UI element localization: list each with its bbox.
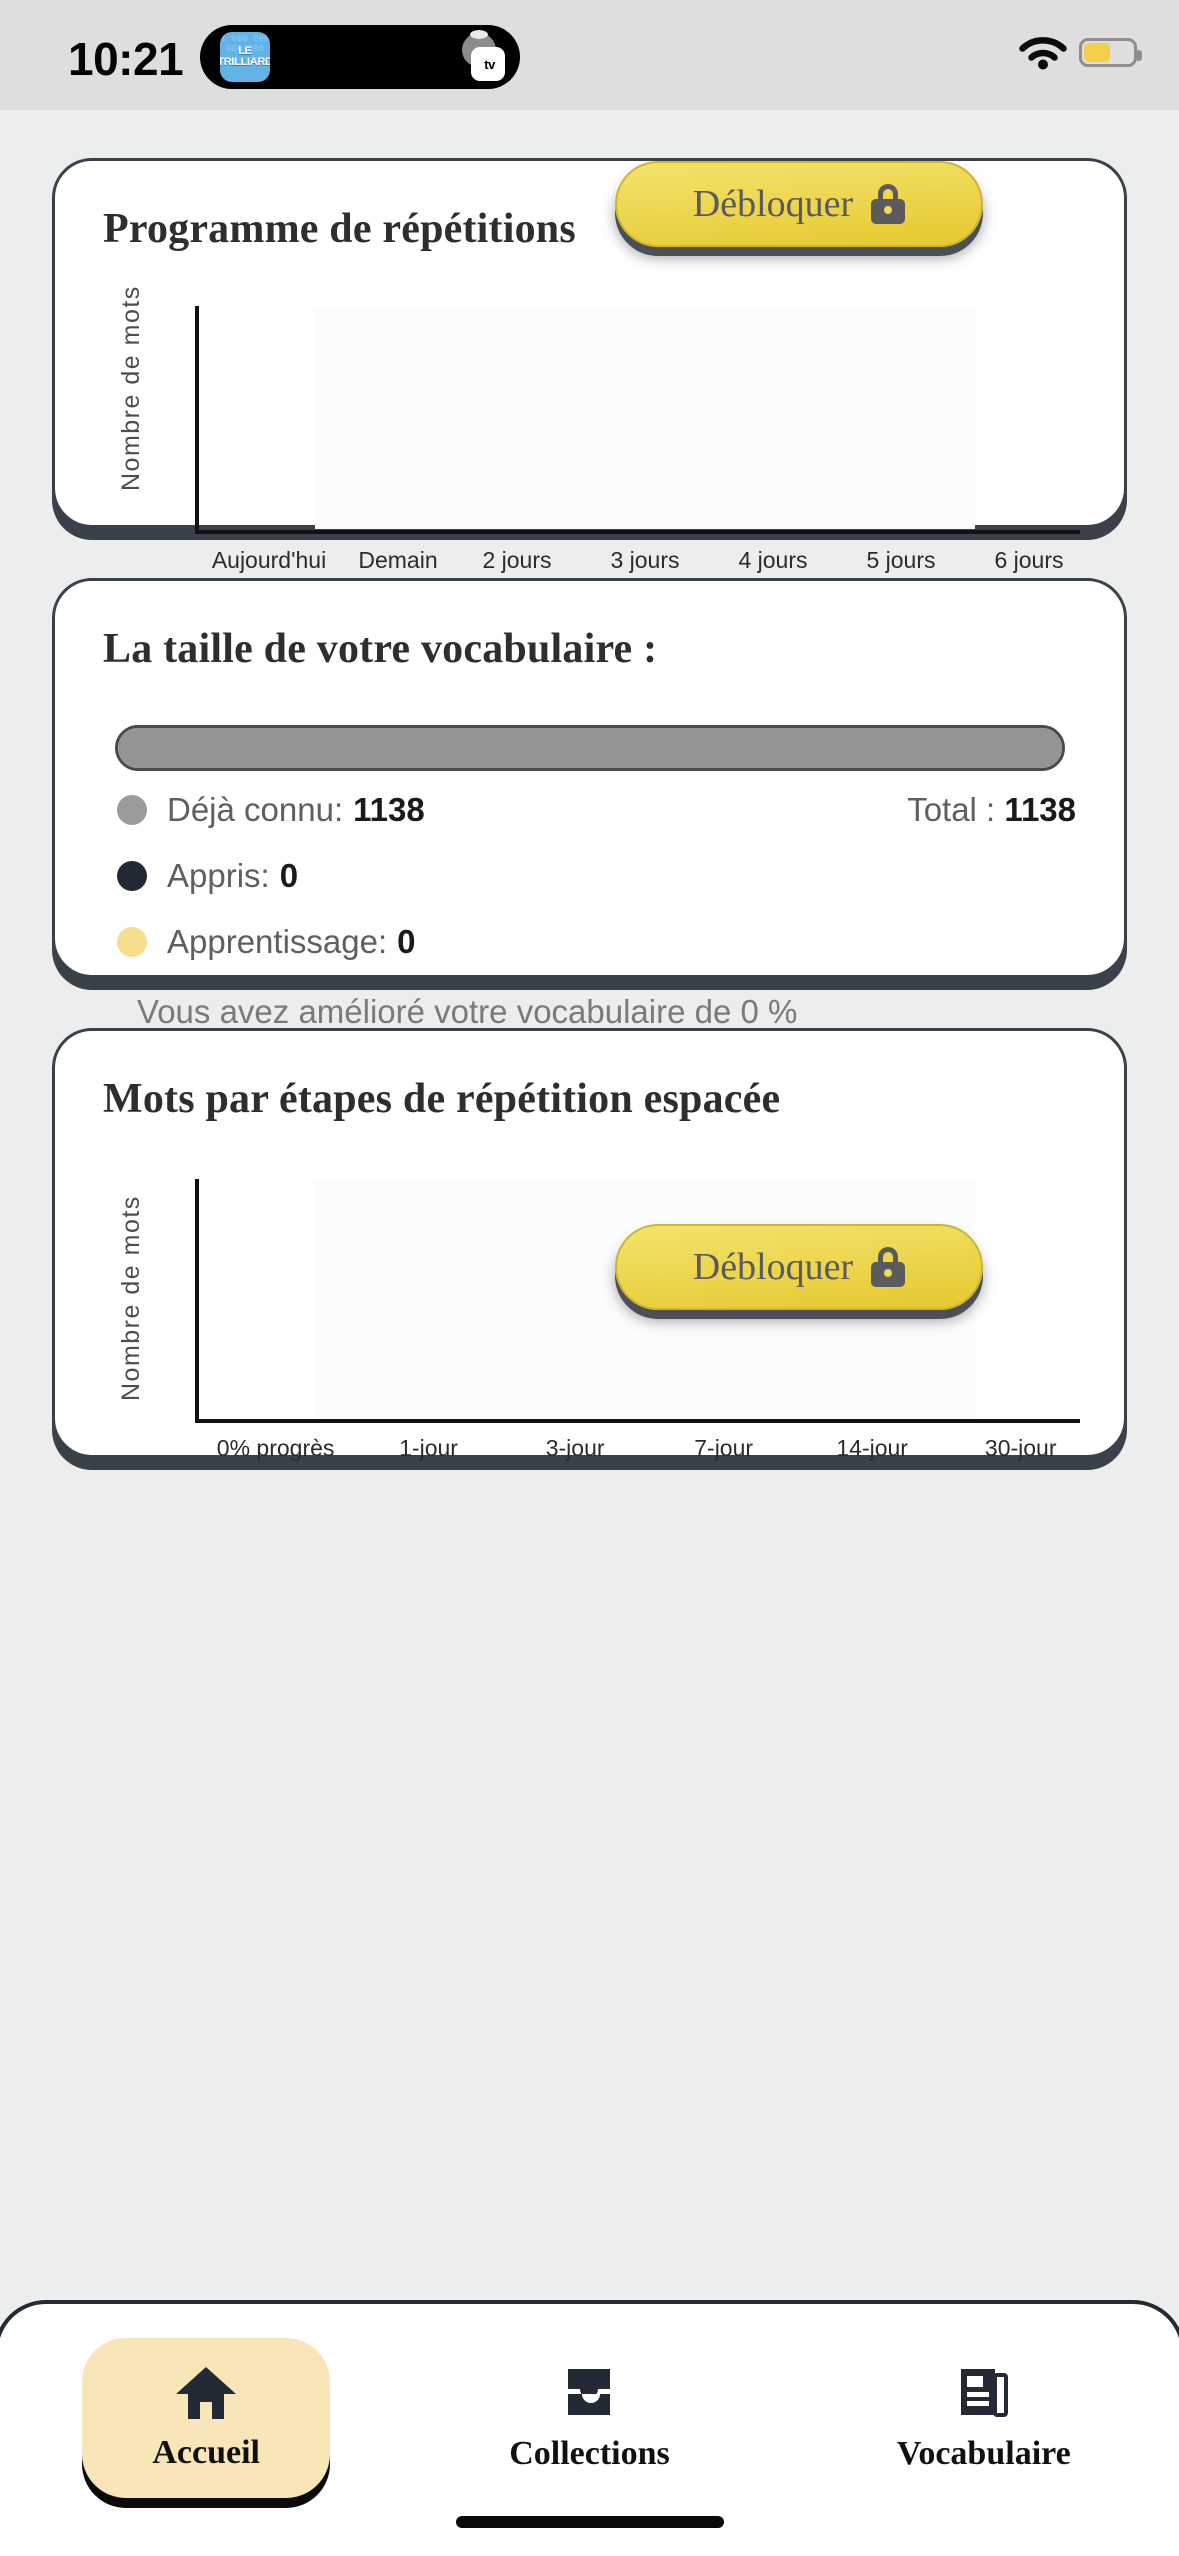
unlock-button-repetition-schedule[interactable]: Débloquer [615, 161, 983, 247]
x-tick-label: Demain [358, 547, 438, 573]
chart-repetition-schedule: Nombre de mots Aujourd'hui Demain 2 jour… [55, 161, 1130, 573]
tab-vocabulaire[interactable]: Vocabulaire [787, 2338, 1179, 2498]
chart-y-axis-line-spaced [195, 1179, 199, 1423]
chart-y-axis-line-repetition [195, 306, 199, 534]
legend-dot-learned [117, 861, 147, 891]
x-tick-label: 6 jours [994, 547, 1064, 573]
chart-x-axis-line-repetition [195, 530, 1080, 534]
unlock-button-label: Débloquer [692, 1246, 854, 1288]
x-tick-label: 3 jours [610, 547, 680, 573]
chart-plot-background-repetition [315, 309, 975, 529]
home-icon [176, 2367, 237, 2419]
legend-value-already-known: 1138 [353, 791, 425, 828]
tab-accueil[interactable]: Accueil [0, 2338, 392, 2498]
legend-dot-already-known [117, 795, 147, 825]
legend-row-learned: Appris: 0 [117, 857, 298, 895]
x-tick-label: 14-jour [836, 1435, 908, 1461]
legend-label-learning: Apprentissage: [167, 923, 388, 960]
apple-tv-icon: tv [471, 47, 505, 81]
card-spaced-repetition-stages: Mots par étapes de répétition espacée No… [52, 1028, 1130, 1461]
chart-x-axis-line-spaced [195, 1419, 1080, 1423]
x-tick-label: Aujourd'hui [211, 547, 327, 573]
unlock-button-spaced-repetition[interactable]: Débloquer [615, 1224, 983, 1310]
status-bar-clock: 10:21 [68, 33, 184, 85]
chart-x-tick-labels-repetition: Aujourd'hui Demain 2 jours 3 jours 4 jou… [195, 547, 1095, 574]
x-tick-label: 3-jour [545, 1435, 605, 1461]
chart-spaced-repetition-stages: Nombre de mots 0% progrès 1-jour 3-jour … [55, 1031, 1130, 1461]
x-tick-label: 4 jours [738, 547, 808, 573]
legend-label-already-known: Déjà connu: [167, 791, 344, 828]
vocabulary-total-label: Total : [907, 791, 996, 828]
newspaper-icon [960, 2369, 1008, 2417]
legend-row-already-known: Déjà connu: 1138 [117, 791, 425, 829]
x-tick-label: 30-jour [984, 1435, 1057, 1461]
card-repetition-schedule: Programme de répétitions Nombre de mots … [52, 158, 1130, 573]
x-tick-label: 2 jours [482, 547, 552, 573]
tab-collections-label: Collections [509, 2435, 670, 2472]
vocabulary-progress-bar [115, 725, 1065, 771]
home-indicator[interactable] [455, 2516, 724, 2528]
legend-value-learning: 0 [397, 923, 416, 960]
main-scroll-content[interactable]: Programme de répétitions Nombre de mots … [0, 110, 1179, 2340]
x-tick-label: 7-jour [694, 1435, 754, 1461]
vocabulary-total-value: 1138 [1004, 791, 1076, 828]
chart-y-axis-label-spaced: Nombre de mots [117, 1195, 145, 1401]
legend-value-learned: 0 [279, 857, 299, 894]
island-app-icon-background-digits: 1 000 000 000 000 [220, 34, 270, 54]
card-vocabulary-size: La taille de votre vocabulaire : Déjà co… [52, 578, 1127, 1030]
vocabulary-progress-fill [118, 728, 1062, 768]
x-tick-label: 1-jour [399, 1435, 458, 1461]
status-bar: 10:21 1 000 000 000 000 LE TRILLIARD tv [0, 0, 1179, 110]
unlock-button-label: Débloquer [692, 183, 854, 225]
vocabulary-improvement-text: Vous avez amélioré votre vocabulaire de … [137, 993, 798, 1030]
chart-x-tick-labels-spaced: 0% progrès 1-jour 3-jour 7-jour 14-jour … [195, 1435, 1095, 1462]
tab-collections[interactable]: Collections [392, 2338, 786, 2498]
chart-y-axis-label-repetition: Nombre de mots [117, 285, 145, 491]
legend-dot-learning [117, 927, 147, 957]
island-activity-indicator[interactable]: tv [454, 30, 506, 81]
tab-vocabulaire-label: Vocabulaire [896, 2435, 1071, 2472]
app-screen: 10:21 1 000 000 000 000 LE TRILLIARD tv … [0, 0, 1179, 2556]
lock-icon [871, 1247, 906, 1287]
legend-row-learning: Apprentissage: 0 [117, 923, 416, 961]
dynamic-island[interactable]: 1 000 000 000 000 LE TRILLIARD tv [200, 25, 520, 89]
wifi-icon [1019, 37, 1067, 70]
lock-icon [871, 184, 906, 224]
battery-icon [1079, 38, 1142, 67]
x-tick-label: 5 jours [866, 547, 936, 573]
island-app-icon[interactable]: 1 000 000 000 000 LE TRILLIARD [220, 32, 270, 82]
battery-fill [1084, 43, 1111, 62]
inbox-tray-icon [568, 2369, 611, 2415]
tab-accueil-active-pill[interactable]: Accueil [82, 2338, 331, 2498]
vocabulary-total: Total : 1138 [907, 791, 1076, 829]
tab-accueil-label: Accueil [152, 2434, 260, 2471]
legend-label-learned: Appris: [167, 857, 270, 894]
card-title-vocabulary-size: La taille de votre vocabulaire : [103, 626, 658, 672]
x-tick-label: 0% progrès [216, 1435, 335, 1461]
